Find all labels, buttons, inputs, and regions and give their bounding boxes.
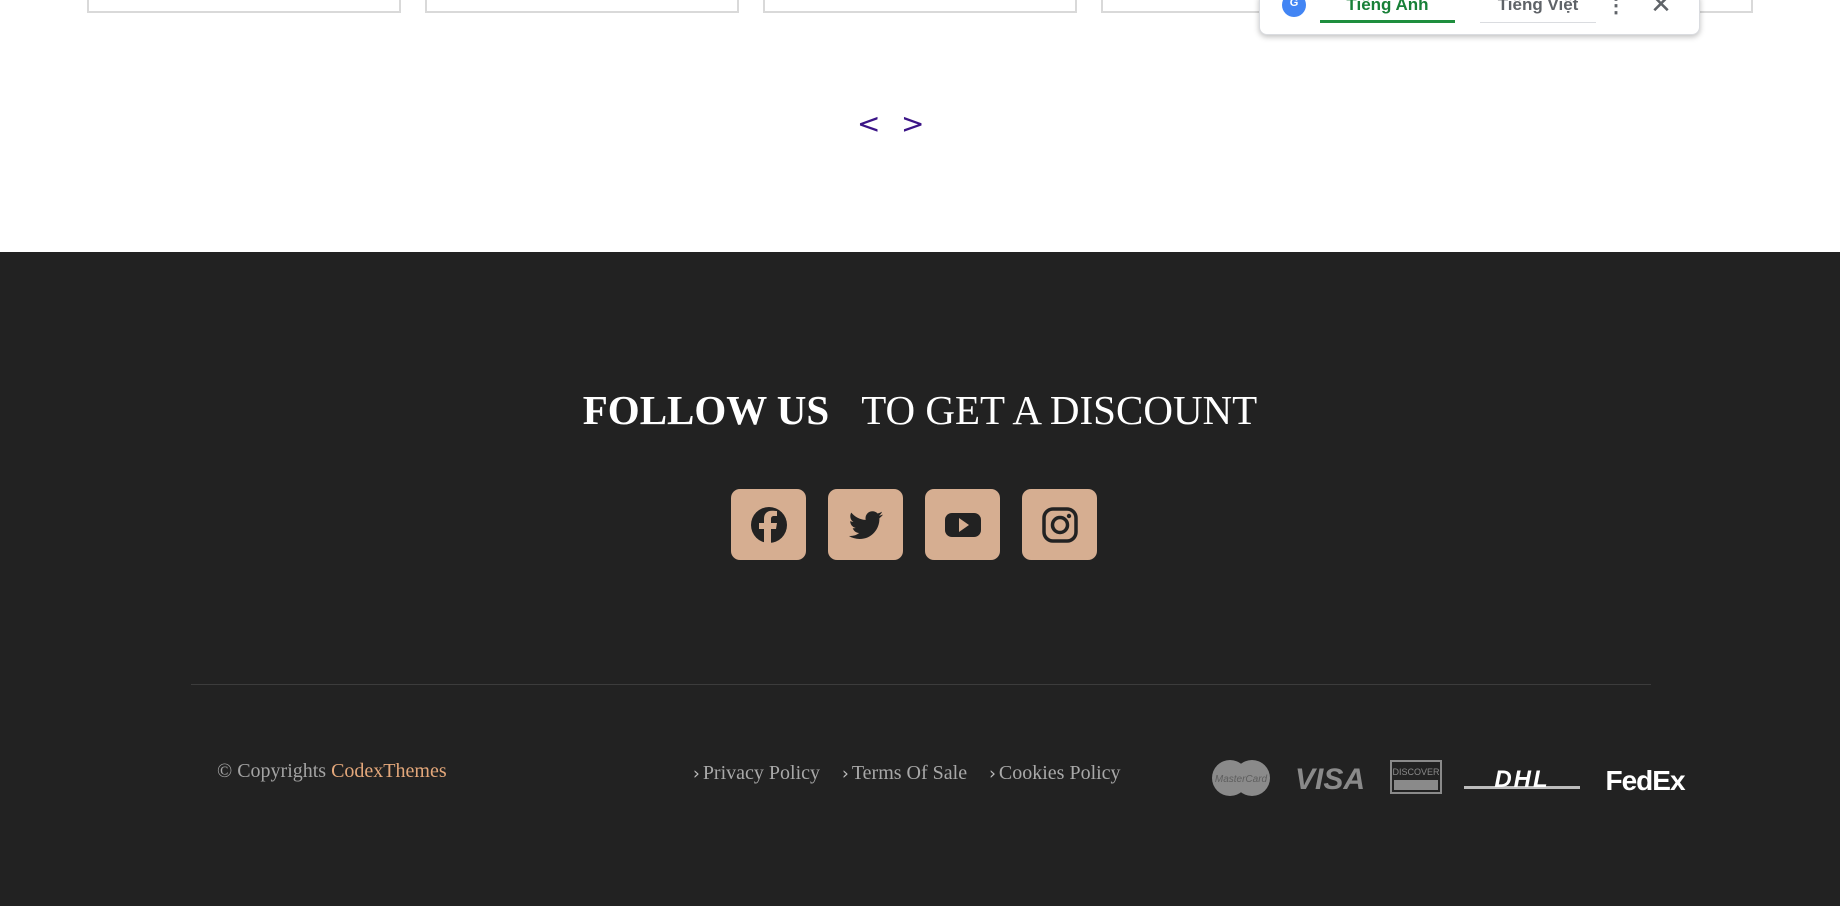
chevron-right-icon: › xyxy=(693,763,700,784)
next-arrow-button[interactable]: > xyxy=(901,104,924,144)
youtube-button[interactable] xyxy=(925,489,1000,560)
facebook-icon xyxy=(750,506,787,543)
link-label: Privacy Policy xyxy=(702,762,821,784)
copyright-text: © Copyrights xyxy=(217,760,327,782)
link-label: Cookies Policy xyxy=(998,762,1121,784)
prev-arrow-button[interactable]: < xyxy=(857,104,880,144)
svg-text:FedEx: FedEx xyxy=(1605,765,1685,796)
payment-methods: MasterCard VISA DISCOVER DHL FedEx xyxy=(1210,752,1690,802)
svg-text:MasterCard: MasterCard xyxy=(1215,774,1268,785)
chevron-right-icon: › xyxy=(842,763,849,784)
facebook-button[interactable] xyxy=(731,489,806,560)
instagram-icon xyxy=(1041,506,1078,543)
mastercard-logo: MasterCard xyxy=(1212,760,1270,796)
follow-headline: FOLLOW US TO GET A DISCOUNT xyxy=(0,386,1840,434)
translate-popup: G Tiếng Anh Tiếng Việt ⋮ ✕ xyxy=(1259,0,1700,35)
svg-text:VISA: VISA xyxy=(1295,763,1365,794)
more-options-icon[interactable]: ⋮ xyxy=(1606,0,1626,18)
headline-light: TO GET A DISCOUNT xyxy=(861,387,1258,433)
svg-text:DISCOVER: DISCOVER xyxy=(1392,767,1440,777)
product-card xyxy=(763,0,1077,13)
social-links xyxy=(731,489,1097,560)
tab-vietnamese[interactable]: Tiếng Việt xyxy=(1480,0,1596,23)
privacy-policy-link[interactable]: › Privacy Policy xyxy=(693,762,820,785)
product-card xyxy=(87,0,401,13)
copyright: © Copyrights CodexThemes xyxy=(217,760,447,783)
brand-link[interactable]: CodexThemes xyxy=(331,760,447,782)
headline-strong: FOLLOW US xyxy=(582,387,830,433)
footer-divider xyxy=(191,684,1651,685)
tab-english[interactable]: Tiếng Anh xyxy=(1320,0,1455,23)
twitter-button[interactable] xyxy=(828,489,903,560)
discover-logo: DISCOVER xyxy=(1390,760,1442,794)
terms-of-sale-link[interactable]: › Terms Of Sale xyxy=(842,762,967,785)
dhl-logo: DHL xyxy=(1464,766,1580,793)
twitter-icon xyxy=(848,510,883,539)
close-icon[interactable]: ✕ xyxy=(1650,0,1672,20)
fedex-logo: FedEx xyxy=(1605,765,1686,796)
svg-text:DHL: DHL xyxy=(1494,766,1549,793)
instagram-button[interactable] xyxy=(1022,489,1097,560)
site-footer: FOLLOW US TO GET A DISCOUNT © Copyrights… xyxy=(0,252,1840,906)
carousel-pager: < > xyxy=(857,104,924,144)
cookies-policy-link[interactable]: › Cookies Policy xyxy=(989,762,1120,785)
link-label: Terms Of Sale xyxy=(851,762,968,784)
google-translate-icon: G xyxy=(1282,0,1306,17)
chevron-right-icon: › xyxy=(989,763,996,784)
product-card xyxy=(425,0,739,13)
footer-links: › Privacy Policy › Terms Of Sale › Cooki… xyxy=(693,762,1121,785)
youtube-icon xyxy=(944,512,981,537)
visa-logo: VISA xyxy=(1295,763,1365,794)
